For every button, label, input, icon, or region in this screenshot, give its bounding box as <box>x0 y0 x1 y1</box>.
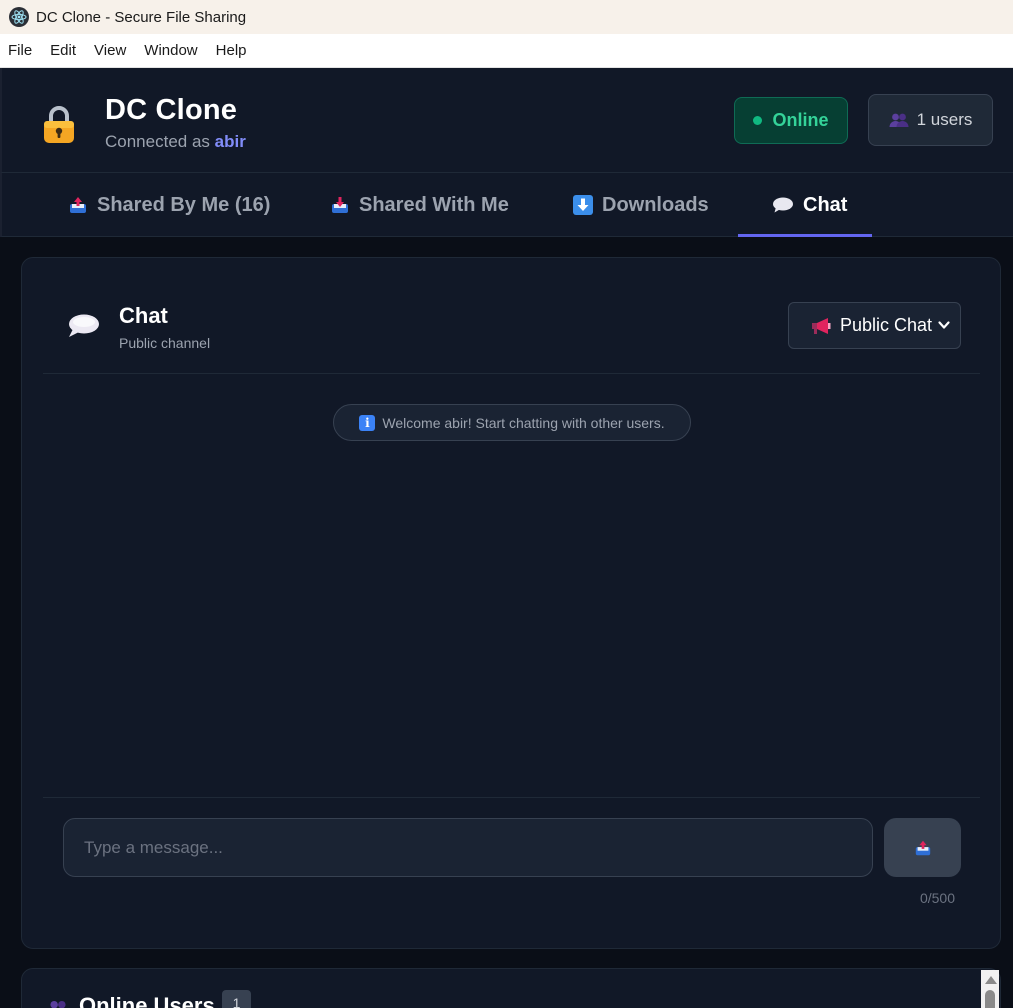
megaphone-icon <box>812 317 831 334</box>
scroll-up-arrow-icon[interactable] <box>985 976 997 984</box>
tab-shared-by-me[interactable]: Shared By Me (16) <box>66 173 272 237</box>
divider <box>43 797 980 798</box>
message-input[interactable] <box>63 818 873 877</box>
window-title: DC Clone - Secure File Sharing <box>36 8 247 26</box>
status-label: Online <box>772 110 829 130</box>
chevron-down-icon <box>938 321 950 329</box>
char-counter: 0/500 <box>919 890 955 906</box>
channel-select-value: Public Chat <box>840 315 933 335</box>
speech-bubble-icon <box>773 197 793 213</box>
outbox-tray-icon <box>915 840 930 855</box>
system-message: i Welcome abir! Start chatting with othe… <box>333 404 691 441</box>
current-username: abir <box>214 132 246 151</box>
channel-select[interactable]: Public Chat <box>788 302 961 349</box>
menu-view[interactable]: View <box>94 42 126 59</box>
chat-bubble-icon <box>69 314 99 337</box>
app-brand-title: DC Clone <box>105 94 238 126</box>
menu-window[interactable]: Window <box>144 42 197 59</box>
tab-label: Shared With Me <box>359 193 509 216</box>
active-tab-indicator <box>738 234 872 237</box>
tab-label: Chat <box>803 193 848 216</box>
chat-subtitle: Public channel <box>119 335 211 351</box>
tab-bar: Shared By Me (16) Shared With Me Downloa… <box>0 173 1013 237</box>
online-users-count: 1 <box>222 990 251 1008</box>
users-count-label: 1 users <box>916 110 973 129</box>
app-header: DC Clone Connected as abir Online 1 user… <box>0 68 1013 173</box>
chat-panel: Chat Public channel Public Chat i Welcom… <box>21 257 1001 949</box>
online-users-panel: Online Users 1 <box>21 968 1001 1008</box>
electron-atom-icon <box>9 7 29 27</box>
inbox-tray-icon <box>332 197 348 213</box>
menu-file[interactable]: File <box>8 42 32 59</box>
online-dot-icon <box>753 116 763 125</box>
users-icon <box>889 113 909 127</box>
app-root: DC Clone Connected as abir Online 1 user… <box>0 68 1013 1008</box>
status-badge: Online <box>734 97 848 144</box>
scrollbar-thumb[interactable] <box>985 990 995 1008</box>
menu-edit[interactable]: Edit <box>50 42 76 59</box>
tab-shared-with-me[interactable]: Shared With Me <box>328 173 511 237</box>
tab-downloads[interactable]: Downloads <box>571 173 711 237</box>
menu-help[interactable]: Help <box>216 42 247 59</box>
online-users-title: Online Users <box>79 993 215 1008</box>
menu-bar: File Edit View Window Help <box>0 34 1013 68</box>
users-icon <box>50 1000 66 1008</box>
tab-label: Downloads <box>602 193 709 216</box>
scrollbar[interactable] <box>981 970 999 1008</box>
lock-icon <box>44 106 74 143</box>
users-count-badge[interactable]: 1 users <box>868 94 993 146</box>
outbox-tray-icon <box>70 197 86 213</box>
system-message-text: Welcome abir! Start chatting with other … <box>382 414 665 431</box>
window-titlebar: DC Clone - Secure File Sharing <box>0 0 1013 34</box>
down-arrow-icon <box>573 195 593 215</box>
tab-chat[interactable]: Chat <box>770 173 849 237</box>
info-icon: i <box>359 414 376 431</box>
send-button[interactable] <box>884 818 961 877</box>
divider <box>43 373 980 374</box>
connected-prefix: Connected as <box>105 132 210 151</box>
chat-title: Chat <box>119 303 168 328</box>
tab-label: Shared By Me (16) <box>97 193 271 216</box>
connection-info: Connected as abir <box>105 132 246 152</box>
